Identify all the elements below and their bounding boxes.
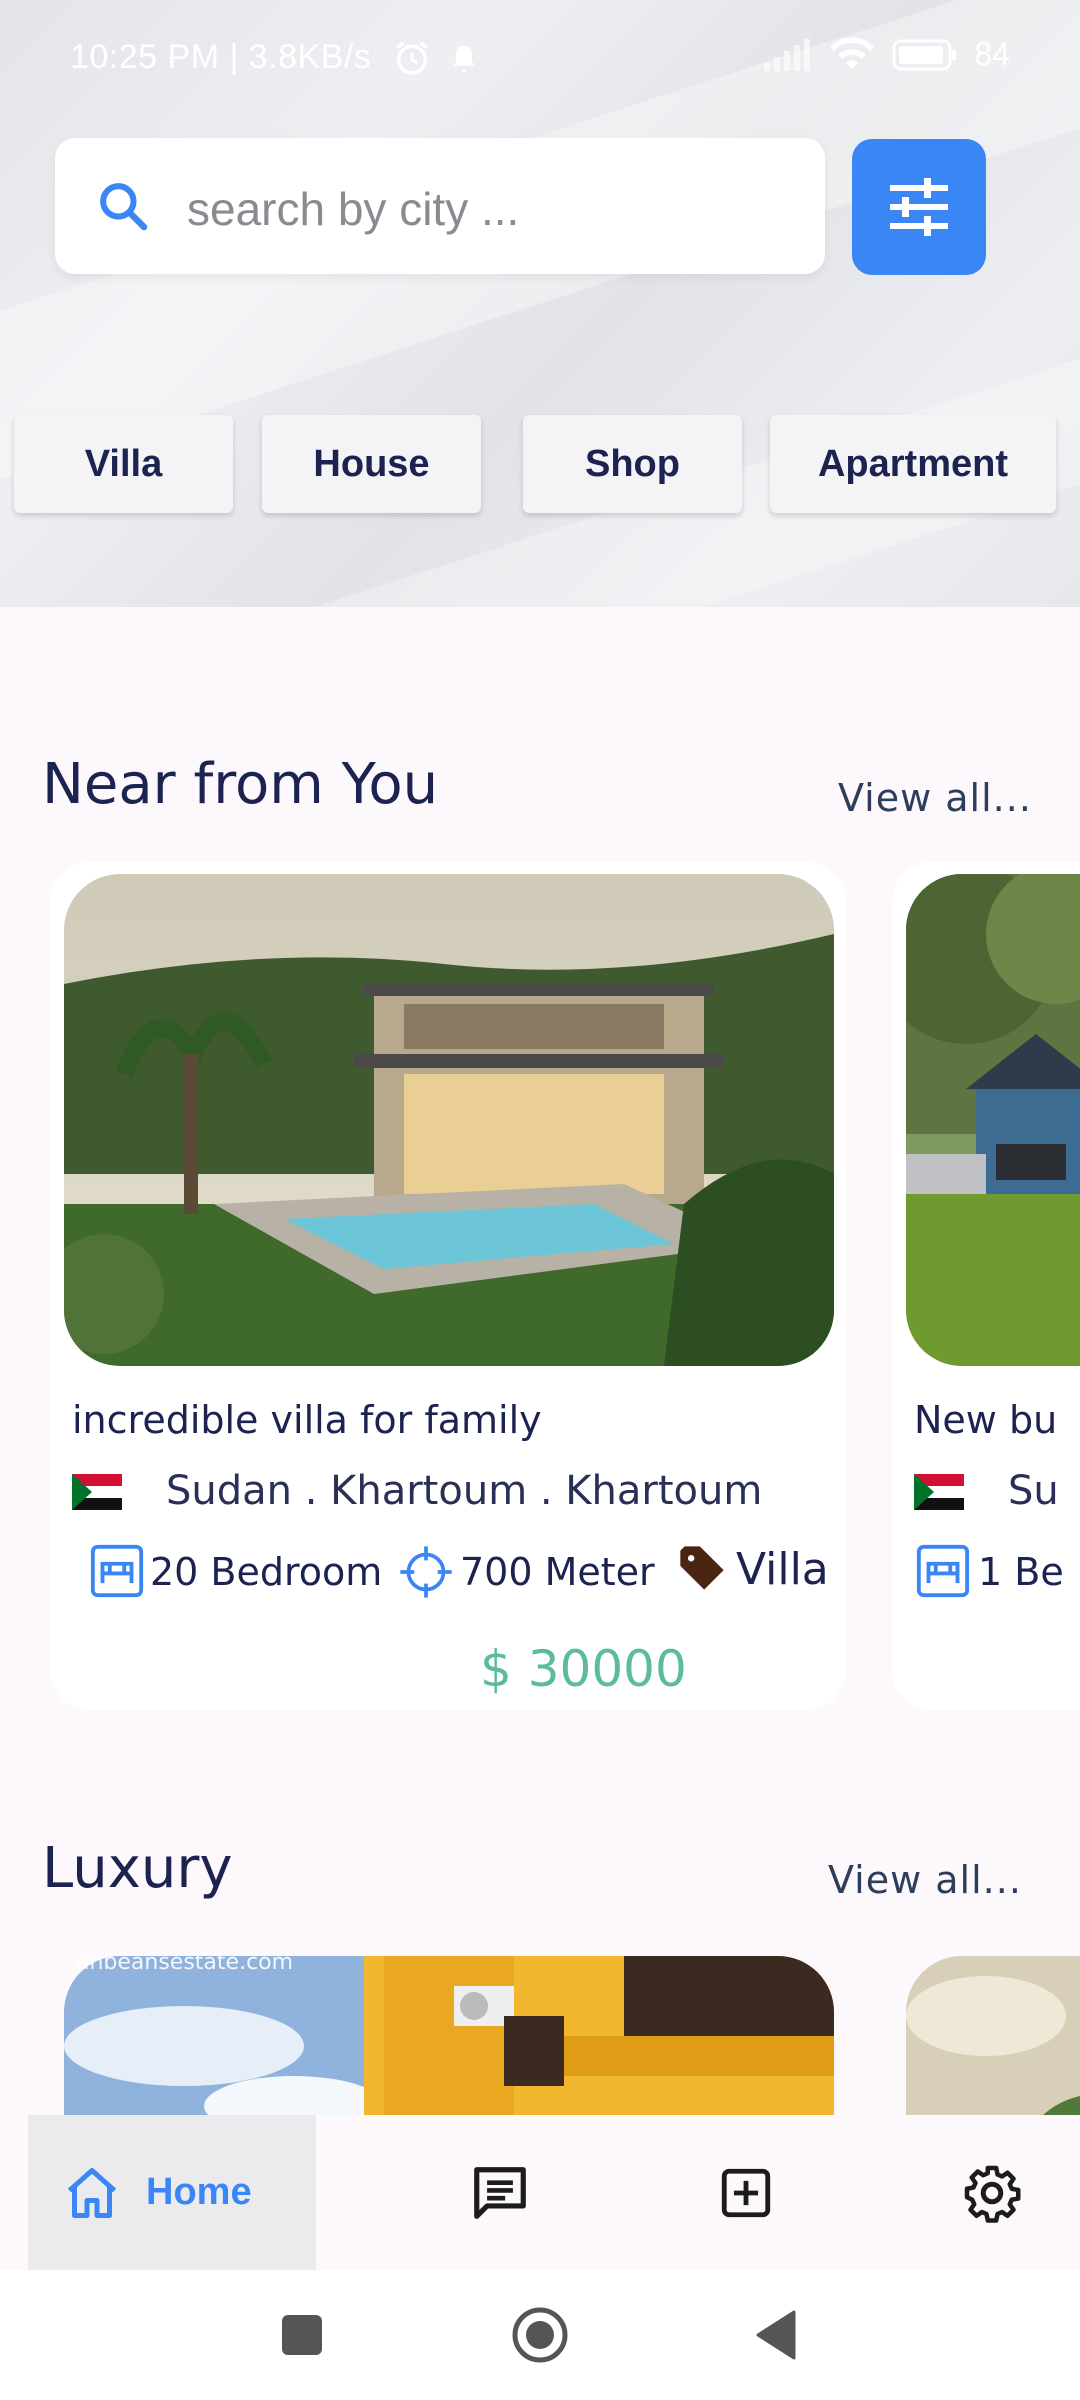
view-all-near-link[interactable]: View all... <box>838 776 1032 820</box>
search-icon <box>100 183 148 231</box>
status-time-speed: 10:25 PM | 3.8KB/s <box>70 38 372 76</box>
nav-messages[interactable] <box>440 2115 560 2270</box>
bottom-navigation: Home <box>0 2115 1080 2270</box>
property-photo <box>64 874 834 1366</box>
signal-icon <box>764 38 811 71</box>
property-title: New bu <box>914 1398 1058 1442</box>
property-price: $ 30000 <box>480 1640 687 1698</box>
status-icons: 84 <box>762 36 1010 73</box>
photo-watermark: anbeansestate.com <box>76 1950 294 1975</box>
property-type: Villa <box>736 1544 829 1595</box>
area-size: 700 Meter <box>460 1550 655 1594</box>
recent-apps-button[interactable] <box>252 2270 352 2400</box>
property-card[interactable]: New bu Su 1 Be <box>892 862 1080 1710</box>
home-system-button[interactable] <box>490 2270 590 2400</box>
battery-level: 84 <box>974 36 1010 72</box>
system-navigation-bar <box>0 2270 1080 2400</box>
back-triangle-icon <box>756 2310 796 2360</box>
nav-home-label: Home <box>146 2171 252 2213</box>
status-bar: 10:25 PM | 3.8KB/s 84 <box>0 0 1080 120</box>
chip-villa[interactable]: Villa <box>14 415 233 513</box>
battery-icon <box>892 39 957 70</box>
add-box-icon <box>721 2168 771 2217</box>
property-card[interactable]: incredible villa for family Sudan . Khar… <box>50 862 846 1710</box>
circle-icon <box>512 2307 568 2363</box>
property-photo <box>906 874 1080 1366</box>
alarm-icon <box>396 41 428 75</box>
property-location: Su <box>1008 1468 1059 1514</box>
message-icon <box>474 2166 526 2219</box>
nav-settings[interactable] <box>932 2115 1052 2270</box>
sudan-flag-icon <box>914 1474 964 1510</box>
bed-icon <box>916 1544 970 1598</box>
settings-gear-icon <box>964 2165 1021 2223</box>
wifi-icon <box>830 36 875 69</box>
property-location: Sudan . Khartoum . Khartoum <box>166 1468 763 1514</box>
crosshair-icon <box>400 1546 452 1598</box>
bedroom-count: 20 Bedroom <box>150 1550 383 1594</box>
square-icon <box>282 2315 322 2355</box>
header: 10:25 PM | 3.8KB/s 84 search by city ...… <box>0 0 1080 607</box>
home-icon <box>67 2167 117 2218</box>
nav-add-property[interactable] <box>686 2115 806 2270</box>
sudan-flag-icon <box>72 1474 122 1510</box>
view-all-luxury-link[interactable]: View all... <box>828 1858 1022 1902</box>
chip-shop[interactable]: Shop <box>523 415 742 513</box>
search-input[interactable]: search by city ... <box>55 138 825 274</box>
search-placeholder: search by city ... <box>187 183 520 235</box>
chip-apartment[interactable]: Apartment <box>770 415 1056 513</box>
tag-icon <box>680 1546 724 1590</box>
nav-home[interactable]: Home <box>28 2115 316 2270</box>
bell-icon <box>453 45 475 73</box>
bed-icon <box>90 1544 144 1598</box>
chip-house[interactable]: House <box>262 415 481 513</box>
bedroom-count: 1 Be <box>978 1550 1064 1594</box>
filter-sliders-icon <box>890 178 948 236</box>
back-button[interactable] <box>726 2270 826 2400</box>
section-title-near: Near from You <box>42 752 439 817</box>
filter-button[interactable] <box>852 139 986 275</box>
property-title: incredible villa for family <box>72 1398 542 1442</box>
section-title-luxury: Luxury <box>42 1836 233 1901</box>
